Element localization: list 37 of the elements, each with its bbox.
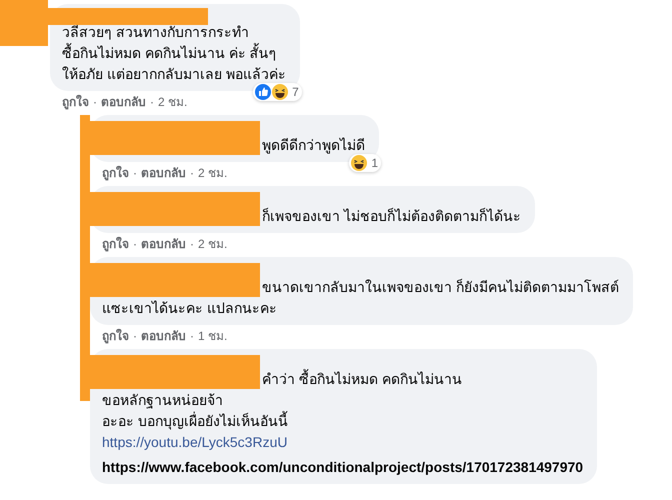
comment-text: วลีสวยๆ สวนทางกับการกระทำ bbox=[62, 23, 249, 42]
separator-dot: · bbox=[190, 328, 194, 344]
like-link[interactable]: ถูกใจ bbox=[102, 236, 129, 252]
comment-text: แซะเขาได้นะคะ แปลกนะคะ bbox=[102, 299, 277, 318]
comment-text: พูดดีดีกว่าพูดไม่ดี bbox=[262, 136, 365, 156]
like-link[interactable]: ถูกใจ bbox=[102, 328, 129, 344]
separator-dot: · bbox=[133, 328, 137, 344]
reaction-count[interactable]: 1 bbox=[349, 154, 381, 172]
comment-text: คำว่า ซื้อกินไม่หมด คดกินไม่นาน bbox=[262, 369, 462, 389]
separator-dot: · bbox=[150, 94, 154, 110]
reply-link[interactable]: ตอบกลับ bbox=[141, 328, 186, 344]
like-icon bbox=[255, 84, 272, 100]
reply-link[interactable]: ตอบกลับ bbox=[101, 94, 146, 110]
comment-text: ขอหลักฐานหน่อยจ้า bbox=[102, 391, 223, 410]
link[interactable]: https://www.facebook.com/unconditionalproject/posts/170172381497970 bbox=[102, 457, 584, 478]
laughing-face-icon bbox=[272, 84, 288, 100]
reply-link[interactable]: ตอบกลับ bbox=[141, 165, 186, 181]
reply-link[interactable]: ตอบกลับ bbox=[141, 236, 186, 252]
timestamp[interactable]: 2 ชม. bbox=[198, 236, 228, 252]
link[interactable]: https://youtu.be/Lyck5c3RzuU bbox=[102, 432, 288, 453]
laughing-face-icon bbox=[351, 155, 368, 171]
reaction-count[interactable]: 7 bbox=[253, 83, 302, 101]
comment-text: ให้อภัย แต่อยากกลับมาเลย พอแล้วค่ะ bbox=[62, 65, 286, 84]
comment-text: ขนาดเขากลับมาในเพจของเขา ก็ยังมีคนไม่ติดตามมาโพสต์ bbox=[262, 278, 619, 297]
separator-dot: · bbox=[190, 236, 194, 252]
comment-text: ซื้อกินไม่หมด คดกินไม่นาน ค่ะ สั้นๆ bbox=[62, 43, 277, 63]
separator-dot: · bbox=[133, 236, 137, 252]
comment-text: ก็เพจของเขา ไม่ชอบก็ไม่ต้องติดตามก็ได้นะ bbox=[262, 206, 521, 226]
separator-dot: · bbox=[93, 94, 97, 110]
separator-dot: · bbox=[133, 165, 137, 181]
like-link[interactable]: ถูกใจ bbox=[62, 94, 89, 110]
timestamp[interactable]: 2 ชม. bbox=[158, 94, 188, 110]
separator-dot: · bbox=[190, 165, 194, 181]
timestamp[interactable]: 2 ชม. bbox=[198, 165, 228, 181]
like-link[interactable]: ถูกใจ bbox=[102, 165, 129, 181]
comment-text: อะอะ บอกบุญเผื่อยังไม่เห็นอันนี้ bbox=[102, 411, 288, 432]
timestamp[interactable]: 1 ชม. bbox=[198, 328, 228, 344]
